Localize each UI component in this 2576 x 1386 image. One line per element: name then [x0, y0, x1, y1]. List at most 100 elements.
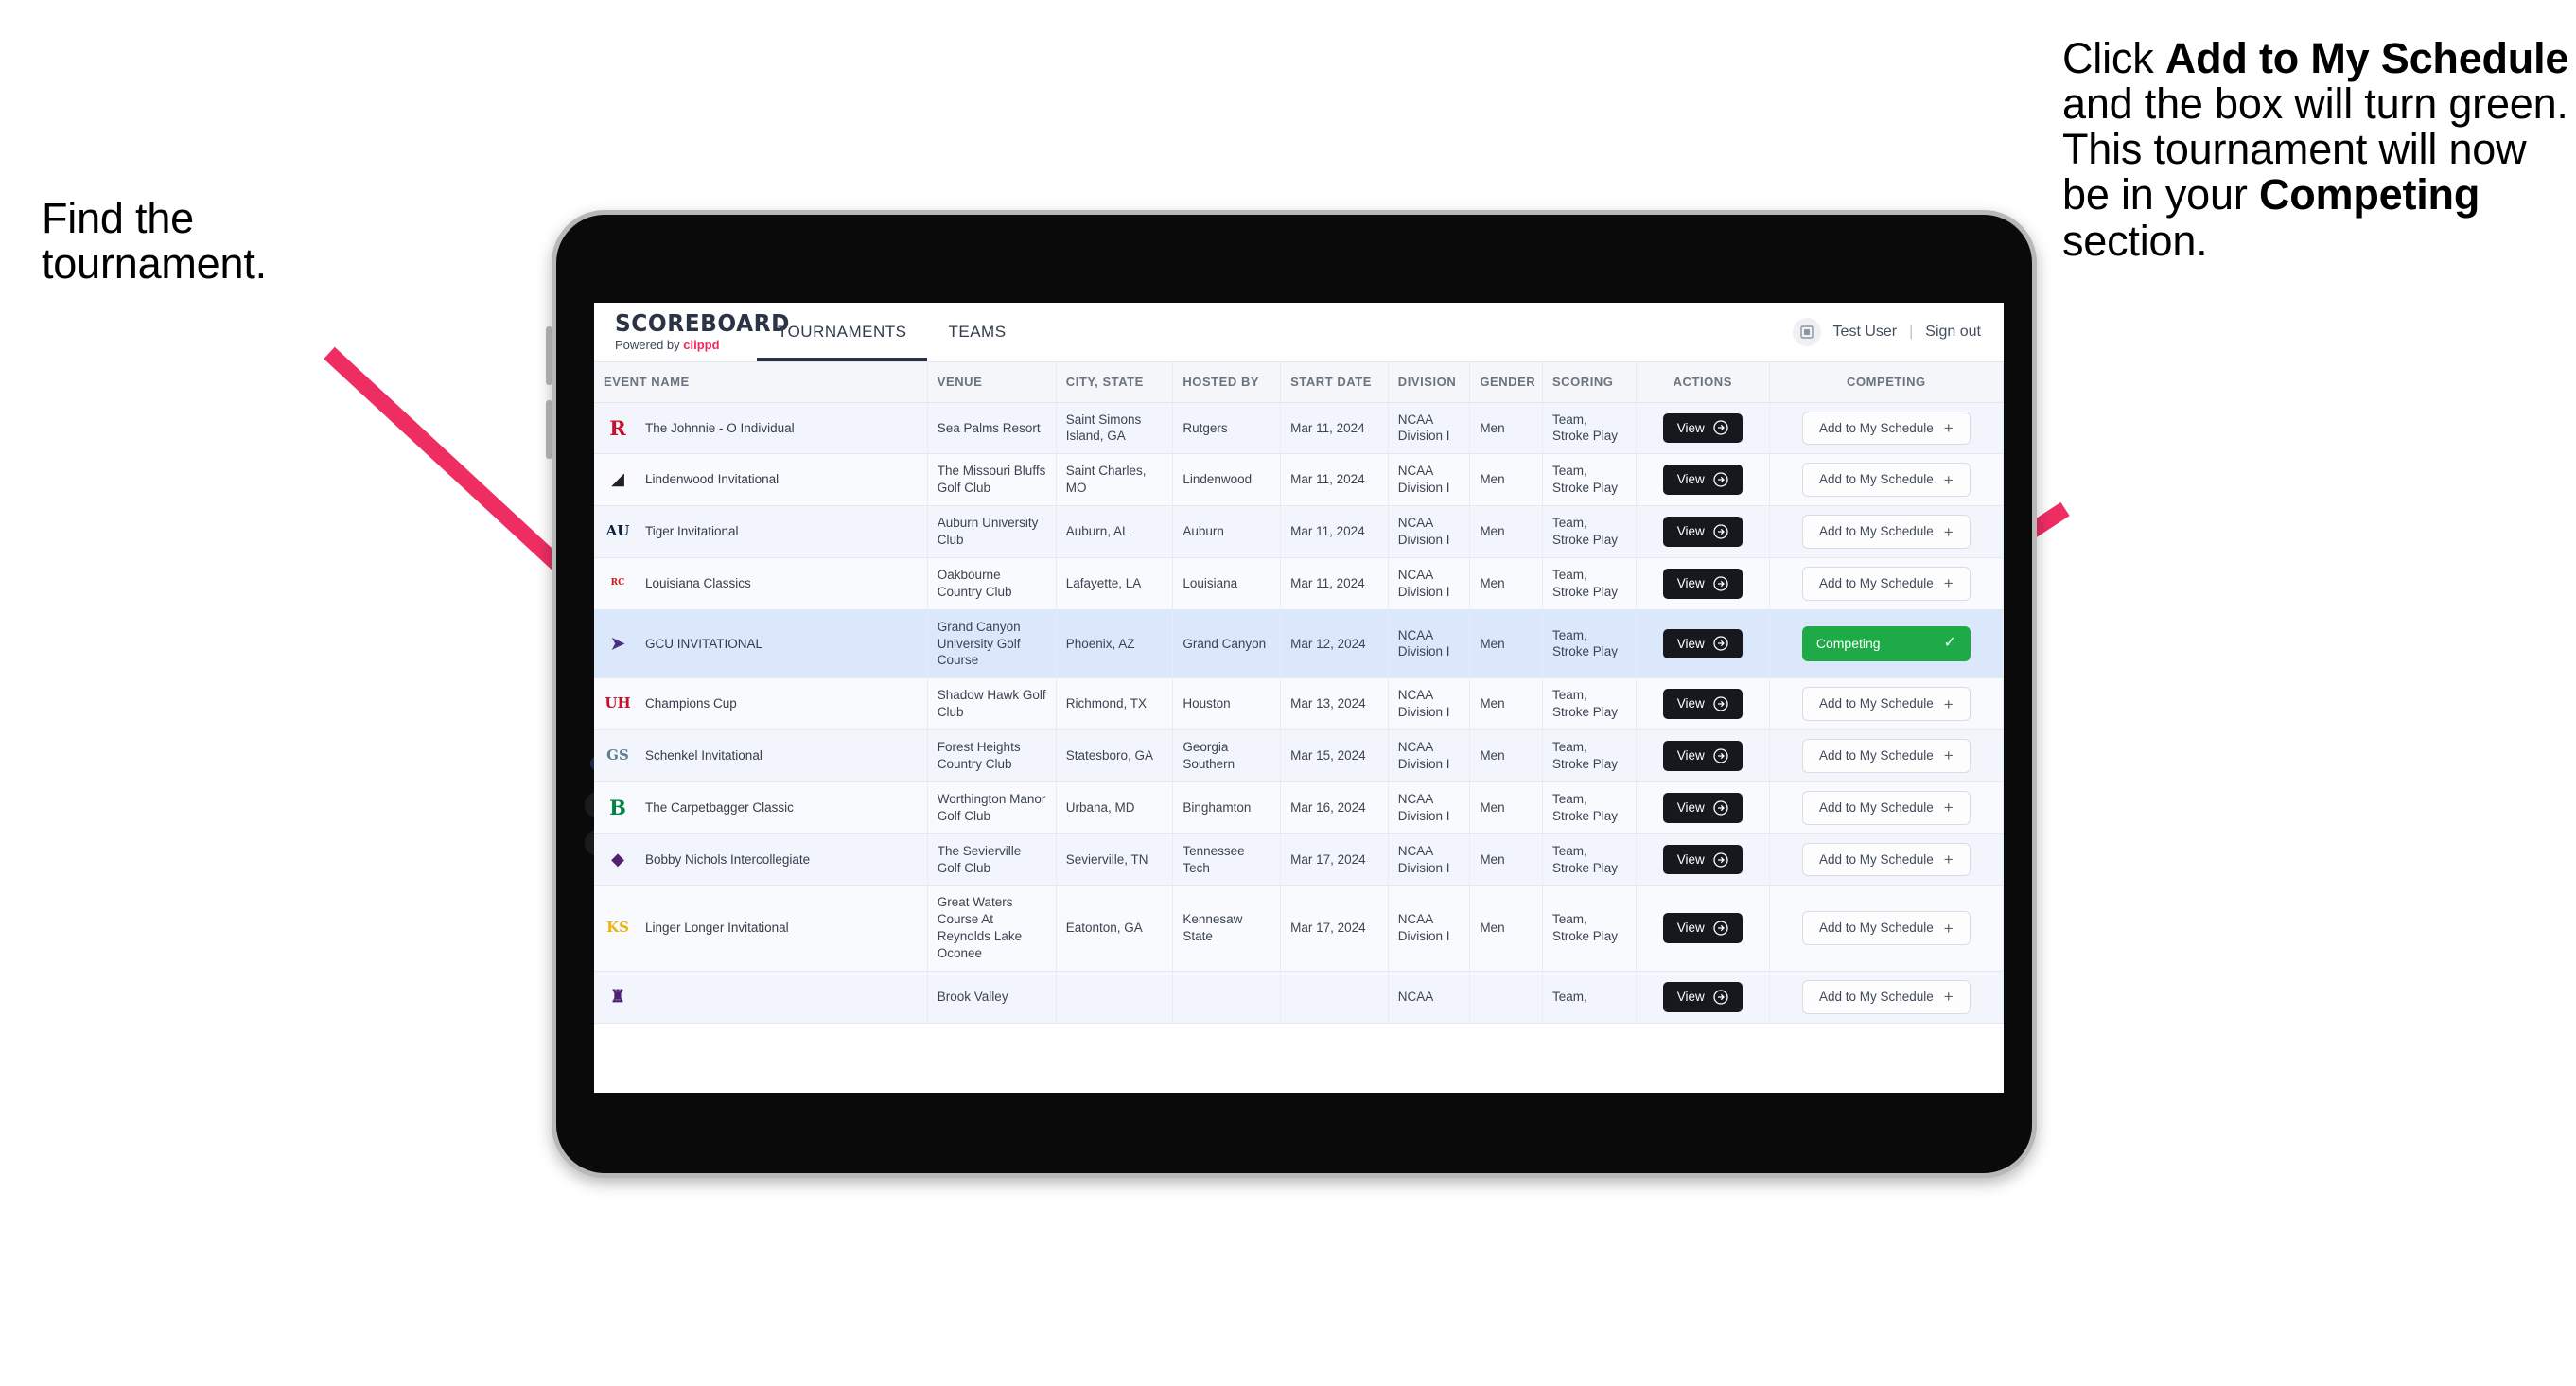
- table-row[interactable]: B The Carpetbagger Classic Worthington Man…: [594, 781, 2004, 834]
- add-to-my-schedule-button[interactable]: Add to My Schedule +: [1801, 790, 1971, 825]
- view-button-label: View: [1676, 851, 1705, 867]
- table-row[interactable]: AU Tiger Invitational Auburn University Cl…: [594, 505, 2004, 558]
- event-name: The Carpetbagger Classic: [645, 799, 794, 815]
- cell-actions: View: [1636, 729, 1770, 782]
- cell-scoring: Team, Stroke Play: [1542, 402, 1637, 455]
- view-button[interactable]: View: [1662, 628, 1743, 659]
- add-button-label: Add to My Schedule: [1818, 989, 1934, 1004]
- table-row[interactable]: ◢ Lindenwood Invitational The Missouri Blu…: [594, 453, 2004, 507]
- cell-actions: View: [1636, 971, 1770, 1024]
- add-button-label: Add to My Schedule: [1818, 748, 1934, 763]
- add-to-my-schedule-button[interactable]: Add to My Schedule +: [1801, 687, 1971, 721]
- table-row[interactable]: UH Champions Cup Shadow Hawk Golf Club Rich…: [594, 677, 2004, 730]
- cell-division: NCAA Division I: [1388, 833, 1471, 886]
- cell-competing: Add to My Schedule +: [1769, 781, 2004, 834]
- cell-gender: Men: [1469, 609, 1543, 679]
- cell-gender: Men: [1469, 885, 1543, 972]
- cell-competing: Add to My Schedule +: [1769, 505, 2004, 558]
- col-header-city-state: CITY, STATE: [1056, 362, 1174, 403]
- tournaments-table-container[interactable]: EVENT NAME VENUE CITY, STATE HOSTED BY START…: [594, 362, 2004, 1093]
- add-button-label: Add to My Schedule: [1818, 575, 1934, 590]
- cell-event-name: B The Carpetbagger Classic: [594, 781, 928, 834]
- tab-teams[interactable]: TEAMS: [927, 303, 1026, 361]
- view-button[interactable]: View: [1662, 913, 1743, 943]
- add-to-my-schedule-button[interactable]: Add to My Schedule +: [1801, 515, 1971, 549]
- table-row[interactable]: ◆ Bobby Nichols Intercollegiate The Sevier…: [594, 833, 2004, 886]
- cell-scoring: Team, Stroke Play: [1542, 833, 1637, 886]
- view-button-label: View: [1676, 799, 1705, 815]
- add-to-my-schedule-button[interactable]: Add to My Schedule +: [1801, 911, 1971, 945]
- competing-button[interactable]: Competing ✓: [1801, 626, 1971, 661]
- add-to-my-schedule-button[interactable]: Add to My Schedule +: [1801, 979, 1971, 1014]
- event-name: Linger Longer Invitational: [645, 921, 789, 936]
- cell-division: NCAA Division I: [1388, 453, 1471, 507]
- view-button[interactable]: View: [1662, 844, 1743, 875]
- add-to-my-schedule-button[interactable]: Add to My Schedule +: [1801, 566, 1971, 601]
- view-button[interactable]: View: [1662, 465, 1743, 496]
- table-row[interactable]: ➤ GCU INVITATIONAL Grand Canyon University…: [594, 609, 2004, 679]
- col-header-scoring: SCORING: [1542, 362, 1637, 403]
- add-to-my-schedule-button[interactable]: Add to My Schedule +: [1801, 842, 1971, 877]
- plus-icon: +: [1943, 746, 1954, 765]
- cell-actions: View: [1636, 557, 1770, 610]
- table-row[interactable]: GS Schenkel Invitational Forest Heights Co…: [594, 729, 2004, 782]
- cell-start-date: Mar 15, 2024: [1280, 729, 1389, 782]
- view-button[interactable]: View: [1662, 741, 1743, 771]
- cell-start-date: Mar 13, 2024: [1280, 677, 1389, 730]
- add-to-my-schedule-button[interactable]: Add to My Schedule +: [1801, 463, 1971, 498]
- cell-scoring: Team, Stroke Play: [1542, 677, 1637, 730]
- cell-hosted-by: Kennesaw State: [1172, 885, 1282, 972]
- view-button[interactable]: View: [1662, 981, 1743, 1012]
- table-row[interactable]: RC Louisiana Classics Oakbourne Country Cl…: [594, 557, 2004, 610]
- add-to-my-schedule-button[interactable]: Add to My Schedule +: [1801, 411, 1971, 446]
- cell-actions: View: [1636, 505, 1770, 558]
- add-to-my-schedule-button[interactable]: Add to My Schedule +: [1801, 739, 1971, 773]
- cell-city-state: Richmond, TX: [1056, 677, 1174, 730]
- cell-city-state: [1056, 971, 1174, 1024]
- arrow-right-circle-icon: [1713, 524, 1728, 539]
- view-button[interactable]: View: [1662, 517, 1743, 547]
- cell-venue: Forest Heights Country Club: [927, 729, 1057, 782]
- view-button[interactable]: View: [1662, 689, 1743, 719]
- cell-hosted-by: [1172, 971, 1282, 1024]
- cell-division: NCAA Division I: [1388, 781, 1471, 834]
- cell-city-state: Urbana, MD: [1056, 781, 1174, 834]
- view-button-label: View: [1676, 420, 1705, 435]
- col-header-start-date: START DATE: [1280, 362, 1389, 403]
- team-logo-icon: KS: [606, 919, 629, 937]
- plus-icon: +: [1943, 798, 1954, 817]
- cell-scoring: Team, Stroke Play: [1542, 505, 1637, 558]
- cell-venue: Auburn University Club: [927, 505, 1057, 558]
- cell-hosted-by: Louisiana: [1172, 557, 1282, 610]
- arrow-right-circle-icon: [1713, 989, 1728, 1005]
- cell-event-name: KS Linger Longer Invitational: [594, 885, 928, 972]
- col-header-gender: GENDER: [1469, 362, 1543, 403]
- table-row[interactable]: ♜ Brook Valley NCAA Team, View Add to My Sche…: [594, 971, 2004, 1024]
- app-screen: SCOREBOARD Powered by clippd TOURNAMENTS…: [594, 303, 2004, 1093]
- volume-down-button[interactable]: [546, 400, 552, 459]
- view-button[interactable]: View: [1662, 412, 1743, 444]
- table-row[interactable]: R The Johnnie - O Individual Sea Palms Res…: [594, 402, 2004, 455]
- tablet-device-frame: SCOREBOARD Powered by clippd TOURNAMENTS…: [546, 210, 2037, 1178]
- view-button[interactable]: View: [1662, 792, 1743, 823]
- cell-scoring: Team, Stroke Play: [1542, 729, 1637, 782]
- cell-city-state: Saint Simons Island, GA: [1056, 402, 1174, 455]
- cell-hosted-by: Georgia Southern: [1172, 729, 1282, 782]
- cell-city-state: Sevierville, TN: [1056, 833, 1174, 886]
- view-button-label: View: [1676, 989, 1705, 1004]
- cell-competing: Add to My Schedule +: [1769, 833, 2004, 886]
- annotation-left-line-1: Find the: [42, 194, 194, 242]
- event-name: Bobby Nichols Intercollegiate: [645, 851, 811, 867]
- tab-tournaments[interactable]: TOURNAMENTS: [757, 303, 928, 361]
- volume-up-button[interactable]: [546, 326, 552, 385]
- view-button[interactable]: View: [1662, 568, 1743, 599]
- sign-out-link[interactable]: Sign out: [1925, 324, 1981, 341]
- cell-division: NCAA Division I: [1388, 729, 1471, 782]
- plus-icon: +: [1943, 694, 1954, 713]
- cell-scoring: Team, Stroke Play: [1542, 453, 1637, 507]
- cell-gender: Men: [1469, 833, 1543, 886]
- team-logo-icon: AU: [605, 522, 630, 540]
- cell-division: NCAA Division I: [1388, 677, 1471, 730]
- table-row[interactable]: KS Linger Longer Invitational Great Waters…: [594, 885, 2004, 972]
- avatar[interactable]: [1792, 318, 1821, 346]
